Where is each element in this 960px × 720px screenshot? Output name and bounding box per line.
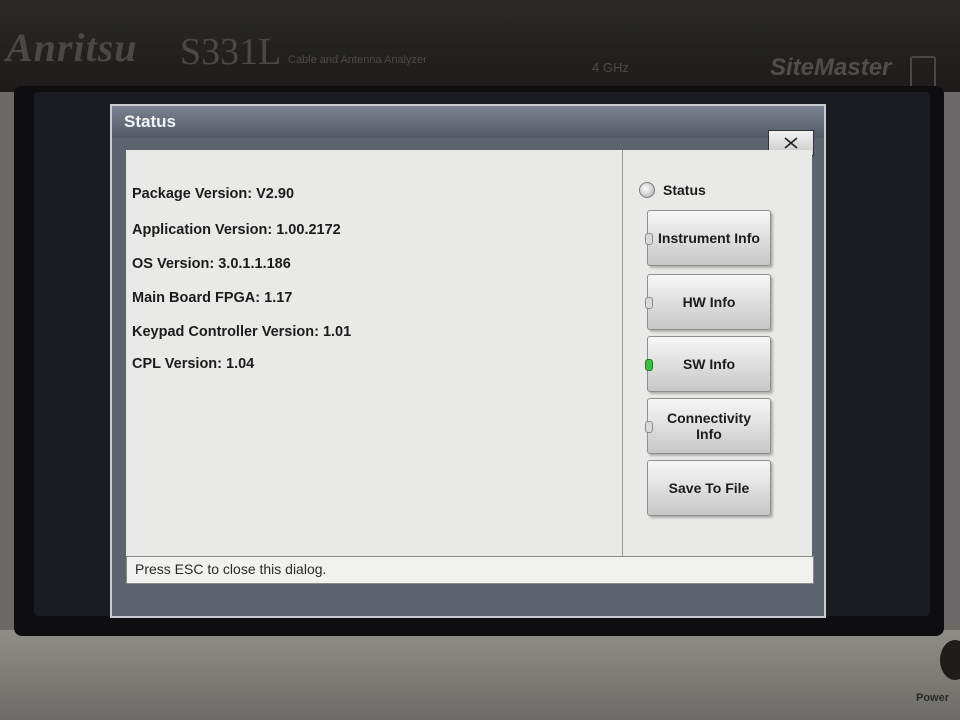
status-radio[interactable]: Status — [639, 182, 706, 198]
info-label: CPL Version: — [132, 356, 222, 372]
package-version-line: Package Version: V2.90 — [132, 186, 294, 202]
keypad-controller-line: Keypad Controller Version: 1.01 — [132, 324, 351, 340]
info-label: Keypad Controller Version: — [132, 324, 319, 340]
info-value: 1.04 — [226, 356, 255, 372]
sw-info-button[interactable]: SW Info — [645, 336, 771, 392]
button-label: Instrument Info — [658, 230, 760, 246]
info-value: 1.01 — [322, 324, 352, 340]
os-version-line: OS Version: 3.0.1.1.186 — [132, 256, 291, 272]
button-label: HW Info — [682, 294, 736, 310]
info-label: Package Version: — [132, 186, 253, 202]
device-top-bezel: Anritsu S331L Cable and Antenna Analyzer… — [0, 0, 960, 92]
save-to-file-button[interactable]: Save To File — [647, 460, 771, 516]
product-name: SiteMaster — [770, 54, 892, 81]
status-bar-text: Press ESC to close this dialog. — [135, 561, 327, 577]
power-label: Power — [916, 692, 950, 704]
dialog-title: Status — [124, 112, 176, 131]
device-bottom-bezel — [0, 630, 960, 720]
dialog-body: Package Version: V2.90 Application Versi… — [126, 150, 812, 570]
dialog-titlebar: Status — [112, 106, 824, 138]
indicator-led-icon — [645, 421, 653, 433]
radio-icon — [639, 182, 655, 198]
application-version-line: Application Version: 1.00.2172 — [132, 222, 341, 238]
status-dialog: Status Package Version: V2.90 Applicatio… — [110, 104, 826, 618]
frequency-label: 4 GHz — [592, 60, 629, 75]
model-number: S331L — [180, 31, 282, 73]
button-label: SW Info — [682, 356, 736, 372]
status-radio-label: Status — [663, 182, 706, 198]
info-label: Application Version: — [132, 222, 273, 238]
button-label: Save To File — [668, 480, 750, 496]
brand-logo: Anritsu — [6, 25, 138, 70]
info-value: 3.0.1.1.186 — [218, 256, 291, 272]
main-board-fpga-line: Main Board FPGA: 1.17 — [132, 290, 292, 306]
indicator-led-icon — [645, 233, 653, 245]
info-value: V2.90 — [256, 186, 295, 202]
hw-info-button[interactable]: HW Info — [645, 274, 771, 330]
info-panel: Package Version: V2.90 Application Versi… — [126, 150, 623, 570]
model-description: Cable and Antenna Analyzer — [288, 54, 427, 66]
instrument-info-button[interactable]: Instrument Info — [645, 210, 771, 266]
info-value: 1.00.2172 — [276, 222, 341, 238]
close-icon — [784, 137, 798, 149]
info-value: 1.17 — [264, 290, 293, 306]
button-panel: Status Instrument Info HW Info SW Info C… — [623, 150, 812, 570]
info-label: Main Board FPGA: — [132, 290, 261, 306]
indicator-led-icon — [645, 297, 653, 309]
info-label: OS Version: — [132, 256, 215, 272]
cpl-version-line: CPL Version: 1.04 — [132, 356, 254, 372]
connectivity-info-button[interactable]: Connectivity Info — [645, 398, 771, 454]
active-indicator-led-icon — [645, 359, 653, 371]
button-label: Connectivity Info — [666, 410, 751, 442]
dialog-status-bar: Press ESC to close this dialog. — [126, 556, 814, 584]
